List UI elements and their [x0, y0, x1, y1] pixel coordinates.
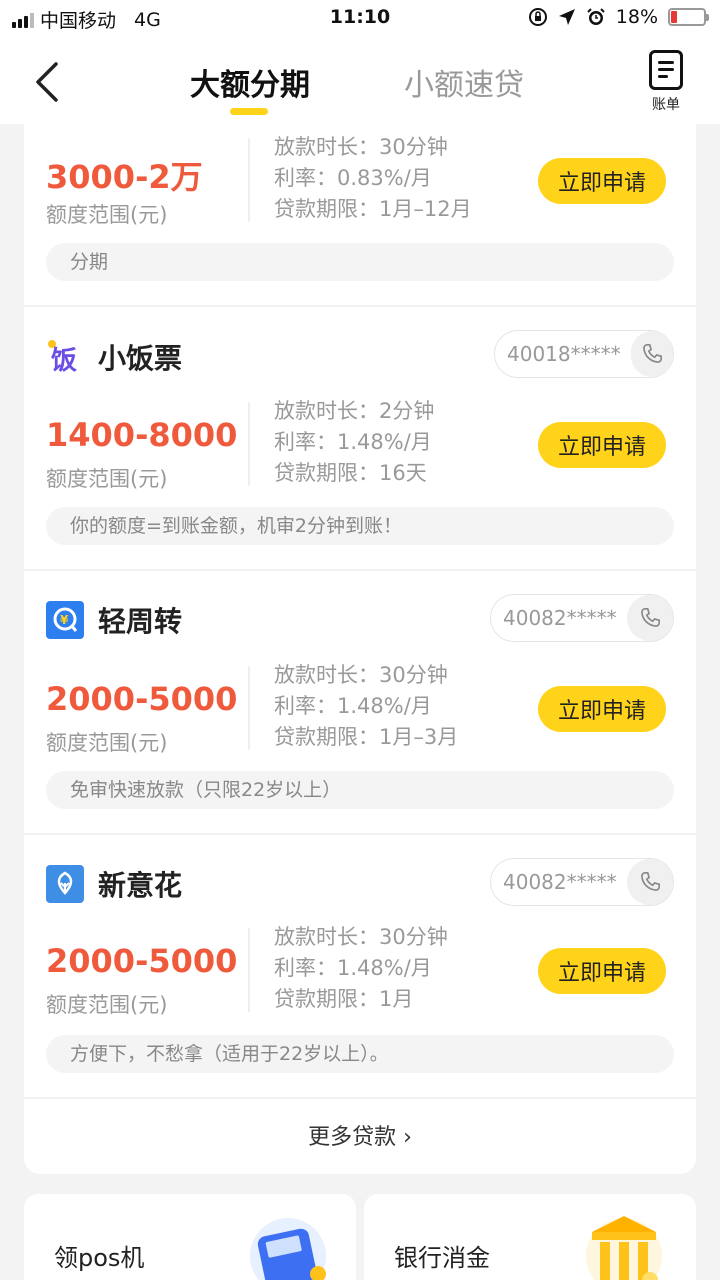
- loan-amount: 2000-5000: [46, 680, 238, 718]
- phone-contact[interactable]: 40082*****: [490, 594, 674, 642]
- pos-machine-tile[interactable]: 领pos机: [24, 1194, 356, 1280]
- range-label: 额度范围(元): [46, 993, 168, 1017]
- location-icon: [558, 9, 575, 25]
- flower-icon: [46, 865, 84, 903]
- lock-rotation-icon: [528, 8, 547, 26]
- phone-number: 40018*****: [507, 342, 621, 366]
- loan-term: 贷款期限：1月–12月: [274, 197, 472, 221]
- divider-vertical: [248, 138, 250, 222]
- loan-item: 饭 小饭票 40018***** 1400-8000 额度范围(元) 放款时长：…: [24, 306, 696, 570]
- loan-list-card: 3000-2万 额度范围(元) 放款时长：30分钟 利率：0.83%/月 贷款期…: [24, 124, 696, 1174]
- more-loans-link[interactable]: 更多贷款 ›: [24, 1119, 696, 1151]
- loan-term: 贷款期限：1月: [274, 987, 414, 1011]
- loan-brand: ¥ 轻周转: [46, 600, 182, 640]
- loan-details: 放款时长：2分钟 利率：1.48%/月 贷款期限：16天: [274, 396, 434, 489]
- payout-time: 放款时长：30分钟: [274, 135, 448, 159]
- tile-label: 领pos机: [54, 1244, 145, 1272]
- loan-amount: 2000-5000: [46, 942, 238, 980]
- range-label: 额度范围(元): [46, 731, 168, 755]
- interest-rate: 利率：1.48%/月: [274, 430, 432, 454]
- loan-item: 新意花 40082***** 2000-5000 额度范围(元) 放款时长：30…: [24, 834, 696, 1098]
- payout-time: 放款时长：30分钟: [274, 663, 448, 687]
- status-bar: 中国移动 4G 11:10 18%: [0, 0, 720, 38]
- range-label: 额度范围(元): [46, 203, 168, 227]
- loan-amount: 3000-2万: [46, 158, 203, 196]
- bill-label: 账单: [652, 97, 680, 113]
- bank-icon: [586, 1216, 662, 1280]
- interest-rate: 利率：1.48%/月: [274, 694, 432, 718]
- svg-text:¥: ¥: [60, 613, 69, 627]
- apply-button[interactable]: 立即申请: [538, 158, 666, 204]
- brand-name: 新意花: [98, 869, 183, 902]
- divider-vertical: [248, 928, 250, 1012]
- divider-vertical: [248, 666, 250, 750]
- alarm-icon: [587, 8, 605, 25]
- tile-label: 银行消金: [394, 1244, 490, 1272]
- phone-icon[interactable]: [626, 859, 673, 905]
- interest-rate: 利率：0.83%/月: [274, 166, 432, 190]
- loan-details: 放款时长：30分钟 利率：1.48%/月 贷款期限：1月–3月: [274, 660, 458, 753]
- tab-label: 小额速贷: [404, 68, 524, 103]
- bank-consumer-finance-tile[interactable]: 银行消金: [364, 1194, 696, 1280]
- apply-button[interactable]: 立即申请: [538, 422, 666, 468]
- svg-text:饭: 饭: [51, 346, 77, 376]
- battery-icon: [668, 8, 709, 26]
- tab-small-quick-loan[interactable]: 小额速贷: [404, 60, 524, 104]
- loan-brand: 饭 小饭票: [46, 337, 182, 377]
- bill-icon: [649, 50, 683, 90]
- loan-brand: 新意花: [46, 864, 182, 904]
- bill-button[interactable]: 账单: [645, 50, 687, 114]
- divider: [24, 1097, 696, 1099]
- nav-bar: 大额分期 小额速贷 账单: [0, 38, 720, 124]
- payout-time: 放款时长：30分钟: [274, 925, 448, 949]
- yen-q-icon: ¥: [46, 601, 84, 639]
- loan-tag: 免审快速放款（只限22岁以上）: [46, 771, 674, 809]
- brand-name: 小饭票: [98, 342, 183, 375]
- divider-vertical: [248, 402, 250, 486]
- loan-term: 贷款期限：1月–3月: [274, 725, 459, 749]
- active-tab-indicator: [230, 108, 268, 115]
- fan-icon: 饭: [46, 338, 84, 376]
- loan-amount: 1400-8000: [46, 416, 238, 454]
- phone-contact[interactable]: 40082*****: [490, 858, 674, 906]
- tab-label: 大额分期: [190, 68, 310, 103]
- brand-name: 轻周转: [98, 605, 183, 638]
- loan-tag: 你的额度=到账金额，机审2分钟到账！: [46, 507, 674, 545]
- phone-contact[interactable]: 40018*****: [494, 330, 674, 378]
- phone-icon[interactable]: [630, 331, 673, 377]
- phone-icon[interactable]: [626, 595, 673, 641]
- apply-button[interactable]: 立即申请: [538, 686, 666, 732]
- interest-rate: 利率：1.48%/月: [274, 956, 432, 980]
- tab-large-installment[interactable]: 大额分期: [190, 60, 310, 115]
- loan-term: 贷款期限：16天: [274, 461, 427, 485]
- back-arrow-icon[interactable]: [30, 60, 70, 104]
- loan-item: 3000-2万 额度范围(元) 放款时长：30分钟 利率：0.83%/月 贷款期…: [24, 124, 696, 306]
- pos-machine-icon: [250, 1218, 326, 1280]
- phone-number: 40082*****: [503, 870, 617, 894]
- loan-tag: 方便下，不愁拿（适用于22岁以上）。: [46, 1035, 674, 1073]
- range-label: 额度范围(元): [46, 467, 168, 491]
- phone-number: 40082*****: [503, 606, 617, 630]
- apply-button[interactable]: 立即申请: [538, 948, 666, 994]
- payout-time: 放款时长：2分钟: [274, 399, 435, 423]
- loan-details: 放款时长：30分钟 利率：1.48%/月 贷款期限：1月: [274, 922, 448, 1015]
- loan-tag: 分期: [46, 243, 674, 281]
- loan-details: 放款时长：30分钟 利率：0.83%/月 贷款期限：1月–12月: [274, 132, 472, 225]
- battery-percent: 18%: [615, 6, 658, 28]
- loan-item: ¥ 轻周转 40082***** 2000-5000 额度范围(元) 放款时长：…: [24, 570, 696, 834]
